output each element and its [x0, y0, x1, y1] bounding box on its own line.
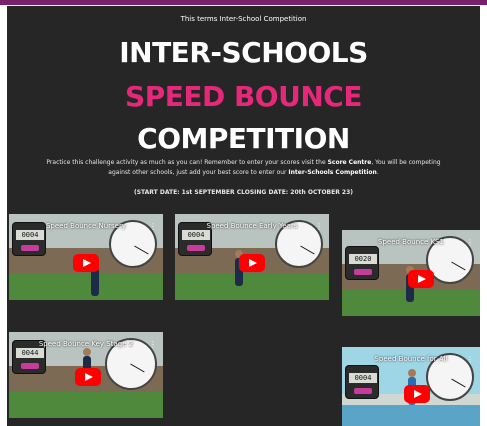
more-options-icon[interactable]: ⋮	[466, 238, 474, 247]
play-button-icon[interactable]	[404, 385, 430, 403]
play-button-icon[interactable]	[75, 368, 101, 386]
video-thumbnail-floor	[342, 405, 480, 426]
video-thumbnail-grass	[9, 392, 163, 418]
title-line-1: INTER-SCHOOLS	[119, 36, 368, 69]
video-embed-for-all[interactable]: 0004 Speed Bounce for All ⋮	[342, 347, 480, 426]
kicker-text: This terms Inter-School Competition	[180, 15, 307, 23]
more-options-icon[interactable]: ⋮	[315, 222, 323, 231]
video-title[interactable]: Speed Bounce Early Years	[175, 222, 329, 230]
counter-digits: 0020	[349, 254, 377, 264]
counter-digits: 0004	[349, 373, 377, 383]
counter-digits: 0004	[16, 230, 44, 240]
video-embed-key-stage-2[interactable]: 0044 Speed Bounce Key Stage 2 ⋮	[9, 332, 163, 418]
tally-counter: 0020	[345, 246, 379, 280]
video-title[interactable]: Speed Bounce Key Stage 2	[9, 340, 163, 348]
video-title[interactable]: Speed Bounce Nursery	[9, 222, 163, 230]
video-embed-ks1[interactable]: 0020 Speed Bounce KS1 ⋮	[342, 230, 480, 316]
counter-logo	[354, 269, 372, 275]
more-options-icon[interactable]: ⋮	[149, 222, 157, 231]
counter-logo	[187, 245, 205, 251]
counter-digits: 0044	[16, 348, 44, 358]
play-button-icon[interactable]	[73, 254, 99, 272]
play-button-icon[interactable]	[408, 270, 434, 288]
video-embed-early-years[interactable]: 0004 Speed Bounce Early Years ⋮	[175, 214, 329, 300]
intro-bold-text: Inter-Schools Competition	[288, 169, 377, 176]
intro-text-1: Practice this challenge activity as much…	[46, 159, 328, 166]
competition-dates: (START DATE: 1st SEPTEMBER CLOSING DATE:…	[133, 189, 354, 196]
counter-logo	[21, 245, 39, 251]
more-options-icon[interactable]: ⋮	[466, 355, 474, 364]
counter-digits: 0004	[182, 230, 210, 240]
title-line-3: COMPETITION	[137, 122, 350, 155]
tally-counter: 0004	[345, 365, 379, 399]
more-options-icon[interactable]: ⋮	[149, 340, 157, 349]
competition-panel: This terms Inter-School Competition INTE…	[7, 6, 480, 426]
top-accent-bar	[0, 0, 487, 5]
counter-logo	[21, 363, 39, 369]
title-line-2: SPEED BOUNCE	[125, 80, 362, 113]
counter-logo	[354, 388, 372, 394]
intro-paragraph: Practice this challenge activity as much…	[37, 158, 450, 178]
video-title[interactable]: Speed Bounce KS1	[342, 238, 480, 246]
video-title[interactable]: Speed Bounce for All	[342, 355, 480, 363]
play-button-icon[interactable]	[239, 254, 265, 272]
intro-text-end: .	[376, 169, 379, 176]
video-thumbnail-grass	[175, 274, 329, 300]
video-thumbnail-grass	[9, 274, 163, 300]
score-centre-link[interactable]: Score Centre	[328, 159, 372, 166]
child-figure	[91, 260, 99, 296]
video-embed-nursery[interactable]: 0004 Speed Bounce Nursery ⋮	[9, 214, 163, 300]
